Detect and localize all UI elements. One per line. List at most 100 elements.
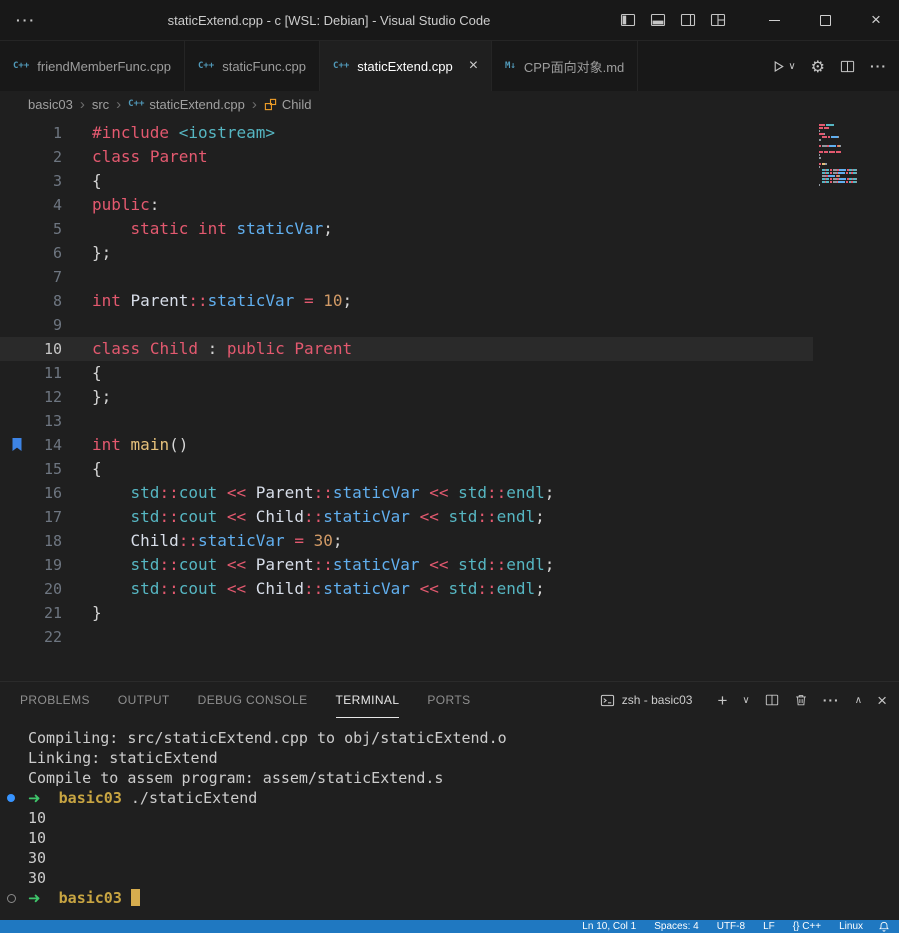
gutter-glyph[interactable] [0,553,34,577]
line-number: 10 [34,337,62,361]
code-line-2[interactable]: 2class Parent [0,145,813,169]
gutter-glyph[interactable] [0,121,34,145]
code-line-20[interactable]: 20 std::cout << Child::staticVar << std:… [0,577,813,601]
code-line-7[interactable]: 7 [0,265,813,289]
code-line-3[interactable]: 3{ [0,169,813,193]
terminal-content[interactable]: Compiling: src/staticExtend.cpp to obj/s… [0,718,899,920]
editor-tab-staticfunc-cpp[interactable]: C++staticFunc.cpp [185,41,320,91]
tab-close-icon[interactable]: × [469,58,478,74]
panel-tab-problems[interactable]: PROBLEMS [20,682,90,718]
code-line-1[interactable]: 1#include <iostream> [0,121,813,145]
gutter-glyph[interactable] [0,337,34,361]
kill-terminal-icon[interactable] [794,693,808,707]
command-decoration-filled[interactable] [7,794,15,802]
cpp-file-icon: C++ [128,99,144,109]
line-number: 15 [34,457,62,481]
panel-tab-output[interactable]: OUTPUT [118,682,170,718]
terminal-dropdown-chevron-icon[interactable]: ∨ [742,695,749,706]
run-dropdown-chevron-icon[interactable]: ∨ [788,61,795,72]
gutter-glyph[interactable] [0,409,34,433]
panel-tab-ports[interactable]: PORTS [427,682,470,718]
gutter-glyph[interactable] [0,481,34,505]
panel-tab-debug-console[interactable]: DEBUG CONSOLE [198,682,308,718]
close-panel-icon[interactable]: × [877,692,887,709]
status-spaces-4[interactable]: Spaces: 4 [654,921,698,932]
class-symbol-icon [264,98,277,111]
gutter-glyph[interactable] [0,169,34,193]
maximize-panel-icon[interactable]: ∧ [855,695,862,706]
gutter-glyph[interactable] [0,577,34,601]
gutter-glyph[interactable] [0,361,34,385]
status-c[interactable]: {} C++ [793,921,821,932]
status-ln-10-col-1[interactable]: Ln 10, Col 1 [582,921,636,932]
line-number: 19 [34,553,62,577]
code-line-17[interactable]: 17 std::cout << Child::staticVar << std:… [0,505,813,529]
editor-tab-friendmemberfunc-cpp[interactable]: C++friendMemberFunc.cpp [0,41,185,91]
code-line-10[interactable]: 10class Child : public Parent [0,337,813,361]
line-number: 8 [34,289,62,313]
code-line-5[interactable]: 5 static int staticVar; [0,217,813,241]
toggle-sidebar-left-icon[interactable] [620,12,636,28]
code-editor[interactable]: 1#include <iostream>2class Parent3{4publ… [0,117,899,681]
code-line-8[interactable]: 8int Parent::staticVar = 10; [0,289,813,313]
terminal-instance-chip[interactable]: zsh - basic03 [600,693,693,708]
code-line-15[interactable]: 15{ [0,457,813,481]
minimap[interactable] [819,124,857,190]
code-text: { [62,169,102,193]
gutter-glyph[interactable] [0,193,34,217]
gear-icon[interactable]: ⚙ [811,57,825,76]
code-line-16[interactable]: 16 std::cout << Parent::staticVar << std… [0,481,813,505]
close-window-button[interactable]: × [859,0,893,40]
code-line-12[interactable]: 12}; [0,385,813,409]
gutter-glyph[interactable] [0,601,34,625]
code-line-13[interactable]: 13 [0,409,813,433]
panel-more-actions-icon[interactable]: ··· [823,692,840,708]
breadcrumb-item-staticextend-cpp[interactable]: C++staticExtend.cpp [128,97,245,112]
editor-tab-cpp-md[interactable]: M↓CPP面向对象.md [492,41,638,91]
code-line-18[interactable]: 18 Child::staticVar = 30; [0,529,813,553]
line-number: 1 [34,121,62,145]
gutter-glyph[interactable] [0,433,34,457]
breadcrumb-item-basic03[interactable]: basic03 [28,97,73,112]
gutter-glyph[interactable] [0,313,34,337]
code-line-22[interactable]: 22 [0,625,813,649]
status-lf[interactable]: LF [763,921,775,932]
customize-layout-icon[interactable] [710,12,726,28]
code-line-19[interactable]: 19 std::cout << Parent::staticVar << std… [0,553,813,577]
minimize-button[interactable] [757,0,791,40]
code-line-4[interactable]: 4public: [0,193,813,217]
more-actions-icon[interactable]: ··· [870,58,887,74]
new-terminal-icon[interactable]: + [717,692,727,709]
gutter-glyph[interactable] [0,241,34,265]
code-line-6[interactable]: 6}; [0,241,813,265]
editor-tab-staticextend-cpp[interactable]: C++staticExtend.cpp× [320,41,492,91]
gutter-glyph[interactable] [0,145,34,169]
gutter-glyph[interactable] [0,457,34,481]
gutter-glyph[interactable] [0,529,34,553]
gutter-glyph[interactable] [0,625,34,649]
status-linux[interactable]: Linux [839,921,863,932]
notifications-bell-icon[interactable] [879,921,889,932]
gutter-glyph[interactable] [0,505,34,529]
breadcrumb-item-src[interactable]: src [92,97,109,112]
menu-overflow-icon[interactable]: ··· [0,12,52,28]
toggle-sidebar-right-icon[interactable] [680,12,696,28]
run-cpp-file-icon[interactable]: ∨ [771,59,795,74]
gutter-glyph[interactable] [0,385,34,409]
split-editor-icon[interactable] [840,59,855,74]
code-line-9[interactable]: 9 [0,313,813,337]
cpp-file-icon: C++ [13,61,29,71]
code-line-14[interactable]: 14int main() [0,433,813,457]
gutter-glyph[interactable] [0,289,34,313]
breadcrumb-item-child[interactable]: Child [264,97,312,112]
code-line-21[interactable]: 21} [0,601,813,625]
toggle-panel-icon[interactable] [650,12,666,28]
gutter-glyph[interactable] [0,217,34,241]
panel-tab-terminal[interactable]: TERMINAL [336,682,400,718]
code-line-11[interactable]: 11{ [0,361,813,385]
gutter-glyph[interactable] [0,265,34,289]
command-decoration-open[interactable] [7,894,16,903]
split-terminal-icon[interactable] [765,693,779,707]
status-utf-8[interactable]: UTF-8 [717,921,745,932]
maximize-button[interactable] [808,0,842,40]
